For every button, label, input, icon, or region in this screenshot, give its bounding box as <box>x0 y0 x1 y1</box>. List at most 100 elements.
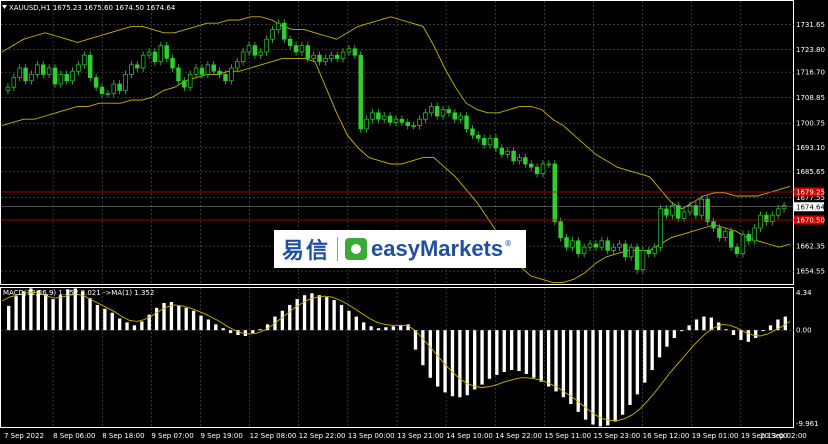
candle-body <box>564 237 569 248</box>
candle-body <box>393 118 399 123</box>
candle-body <box>570 240 575 248</box>
registered-mark: ® <box>504 238 513 248</box>
candle-body <box>664 208 669 216</box>
candle-body <box>105 93 111 95</box>
candle-body <box>605 240 610 251</box>
candle-body <box>452 112 458 120</box>
candle-body <box>135 64 140 69</box>
time-axis-label: 14 Sep 22:00 <box>495 432 542 440</box>
candle-body <box>699 198 704 216</box>
candle-body <box>429 106 434 114</box>
candle-body <box>376 112 381 120</box>
candle-body <box>423 112 428 120</box>
candle-body <box>405 122 410 126</box>
candle-body <box>499 147 505 155</box>
candle-body <box>11 77 17 88</box>
candle-body <box>293 45 299 53</box>
candle-body <box>158 45 164 62</box>
candle-body <box>775 208 781 216</box>
candle-body <box>740 234 746 254</box>
candle-body <box>576 240 581 254</box>
candle-body <box>628 246 634 258</box>
price-axis-label: 1723.80 <box>796 46 825 54</box>
candle-body <box>117 83 122 91</box>
candle-body <box>640 250 646 270</box>
candle-body <box>781 205 787 210</box>
candle-body <box>440 109 446 117</box>
candle-body <box>734 246 740 254</box>
candle-body <box>329 54 334 59</box>
easymarkets-mark-icon <box>345 238 368 260</box>
candle-body <box>711 221 716 229</box>
candle-body <box>111 83 117 94</box>
candle-body <box>505 150 510 155</box>
candle-body <box>46 67 52 75</box>
time-axis-label: 8 Sep 18:00 <box>102 432 144 440</box>
time-axis-label: 15 Sep 11:00 <box>544 432 591 440</box>
candle-body <box>88 54 93 78</box>
price-axis-label: 1731.65 <box>796 21 825 29</box>
price-axis-label: 1693.10 <box>796 144 825 152</box>
candle-body <box>311 54 316 59</box>
time-axis-label: 15 Sep 23:00 <box>594 432 641 440</box>
candle-body <box>470 128 475 136</box>
candle-body <box>352 48 358 56</box>
candle-body <box>5 86 11 91</box>
time-axis-label: 19 Sep 01:00 <box>692 432 739 440</box>
candle-body <box>558 221 563 238</box>
candle-body <box>552 163 557 222</box>
candle-body <box>611 246 616 251</box>
candle-body <box>623 243 628 258</box>
candle-body <box>340 51 346 59</box>
price-tag-text: 1679.25 <box>796 189 825 197</box>
candle-body <box>146 51 152 56</box>
candle-body <box>652 246 657 254</box>
candle-body <box>252 45 258 56</box>
candle-body <box>746 234 752 242</box>
candle-body <box>70 70 75 82</box>
candle-body <box>646 250 652 254</box>
candle-body <box>387 115 393 123</box>
time-axis-label: 13 Sep 00:00 <box>348 432 395 440</box>
candle-body <box>217 70 222 75</box>
candle-body <box>411 125 416 127</box>
logo-divider <box>337 237 339 261</box>
candle-body <box>282 22 287 40</box>
candle-body <box>540 163 546 174</box>
candle-body <box>717 227 722 238</box>
candle-body <box>764 214 769 222</box>
candle-body <box>199 67 205 75</box>
candle-body <box>481 138 487 146</box>
candle-body <box>770 214 775 222</box>
price-axis-label: 1685.65 <box>796 168 825 176</box>
candle-body <box>599 240 605 248</box>
macd-axis-label: 4.34 <box>796 289 812 297</box>
candle-body <box>305 45 311 59</box>
candle-body <box>511 150 516 162</box>
candle-body <box>229 67 234 82</box>
macd-header: MACD(12,26,9) 1.352 0.021 ->MA(1) 1.352 <box>3 289 154 297</box>
candle-body <box>529 163 534 168</box>
time-axis-label: 7 Sep 2022 <box>4 432 44 440</box>
time-axis-label: 8 Sep 06:00 <box>53 432 95 440</box>
candle-body <box>364 118 369 130</box>
candle-body <box>705 198 710 222</box>
price-chart-canvas[interactable]: 7 Sep 2022 8 Sep 06:00 8 Sep 18:00 9 Sep 07… <box>0 0 828 444</box>
candle-body <box>317 54 322 62</box>
candle-body <box>399 118 405 123</box>
candle-body <box>523 157 528 165</box>
candle-body <box>446 109 452 114</box>
price-axis-label: 1708.85 <box>796 94 825 102</box>
candle-body <box>517 157 522 162</box>
time-axis-label: 14 Sep 10:00 <box>446 432 493 440</box>
candle-body <box>276 22 281 30</box>
candle-body <box>270 29 275 40</box>
candle-body <box>205 64 211 75</box>
logo-chinese-text: 易信 <box>282 239 331 264</box>
candle-body <box>593 243 599 248</box>
logo-english-text: easyMarkets <box>371 236 504 261</box>
candle-body <box>82 54 87 66</box>
candle-body <box>458 115 463 120</box>
candle-body <box>99 86 105 94</box>
price-axis-label: 1662.35 <box>796 243 825 251</box>
